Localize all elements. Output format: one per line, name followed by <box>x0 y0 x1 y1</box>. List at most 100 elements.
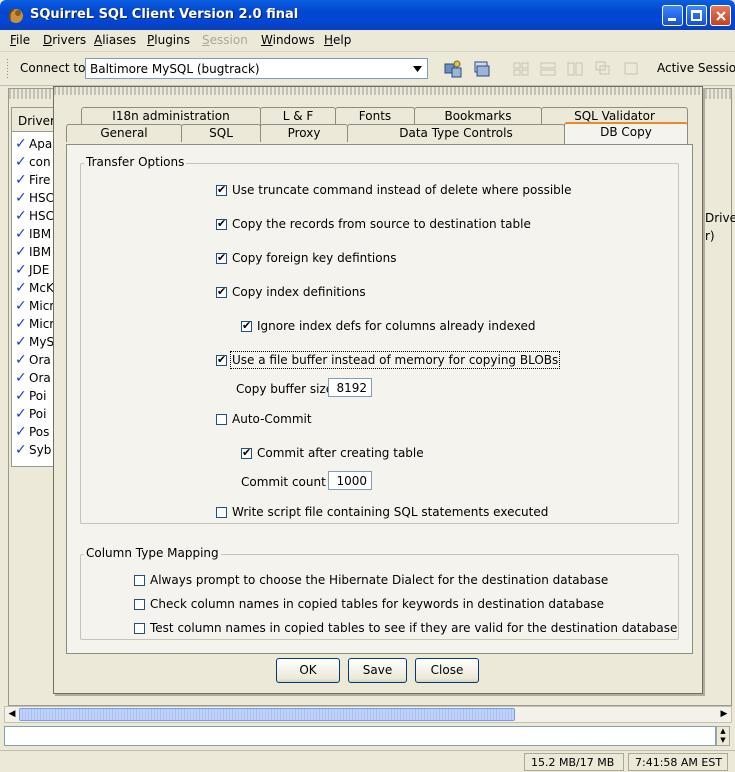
list-item[interactable]: ✓ Ora <box>15 370 51 388</box>
check-icon: ✓ <box>15 424 27 440</box>
scroll-left-icon[interactable]: ◀ <box>6 708 18 721</box>
save-button[interactable]: Save <box>348 658 407 683</box>
background-text: Drive <box>705 211 735 225</box>
list-item[interactable]: ✓ Poi <box>15 388 46 406</box>
spin-down-icon[interactable]: ▼ <box>720 736 725 744</box>
commit-count-field[interactable]: 1000 <box>328 471 372 490</box>
ignore-index-checkbox[interactable]: ✔ <box>241 319 252 332</box>
list-item[interactable]: ✓ Micr <box>15 316 54 334</box>
list-item[interactable]: ✓ HSC <box>15 190 54 208</box>
scroll-right-icon[interactable]: ▶ <box>718 708 730 721</box>
minimize-button[interactable] <box>662 5 683 26</box>
check-icon: ✓ <box>15 190 27 206</box>
list-item[interactable]: ✓ Ora <box>15 352 51 370</box>
check-icon: ✓ <box>15 334 27 350</box>
check-keywords-checkbox[interactable] <box>134 599 145 610</box>
chevron-down-icon[interactable] <box>410 61 425 76</box>
close-button[interactable]: Close <box>415 658 479 683</box>
menu-windows[interactable]: Windows <box>261 33 315 47</box>
test-valid-checkbox[interactable] <box>134 623 145 634</box>
tab-db-copy[interactable]: DB Copy <box>564 122 688 144</box>
list-item[interactable]: ✓ IBM <box>15 244 51 262</box>
check-icon: ✓ <box>15 172 27 188</box>
use-truncate-checkbox[interactable]: ✔ <box>216 183 227 196</box>
prompt-dialect-checkbox[interactable] <box>134 575 145 586</box>
list-item[interactable]: ✓ MyS <box>15 334 54 352</box>
copy-buffer-size-label: Copy buffer size <box>236 382 334 396</box>
scrollbar-thumb[interactable] <box>19 708 515 721</box>
list-item[interactable]: ✓ JDE <box>15 262 49 280</box>
copy-fk-checkbox[interactable]: ✔ <box>216 251 227 264</box>
commit-after-table-checkbox[interactable]: ✔ <box>241 446 252 459</box>
list-item[interactable]: ✓ con <box>15 154 51 172</box>
minimize-icon <box>668 18 676 21</box>
alias-combo[interactable]: Baltimore MySQL (bugtrack) <box>85 58 428 79</box>
message-field[interactable] <box>4 726 716 746</box>
menu-help[interactable]: Help <box>324 33 351 47</box>
copy-buffer-size-field[interactable]: 8192 <box>328 378 372 397</box>
db-copy-panel: Transfer Options ✔ Use truncate command … <box>66 144 693 654</box>
window-title: SQuirreL SQL Client Version 2.0 final <box>30 7 299 22</box>
horizontal-scrollbar[interactable]: ◀ ▶ <box>4 706 732 723</box>
checkmark-icon: ✔ <box>217 217 227 230</box>
copy-index-checkbox[interactable]: ✔ <box>216 285 227 298</box>
copy-records-checkbox[interactable]: ✔ <box>216 217 227 230</box>
list-item[interactable]: ✓ Poi <box>15 406 46 424</box>
close-icon <box>716 11 726 21</box>
list-item[interactable]: ✓ McK <box>15 280 54 298</box>
menu-aliases[interactable]: Aliases <box>94 33 136 47</box>
check-icon: ✓ <box>15 154 27 170</box>
auto-commit-checkbox[interactable] <box>216 414 227 425</box>
list-item[interactable]: ✓ Pos <box>15 424 49 442</box>
tab-data-type-controls[interactable]: Data Type Controls <box>347 124 565 142</box>
check-icon: ✓ <box>15 226 27 242</box>
tab-sql[interactable]: SQL <box>181 124 261 142</box>
list-item[interactable]: ✓ HSC <box>15 208 54 226</box>
background-text: r) <box>705 229 715 243</box>
close-window-button[interactable] <box>710 5 731 26</box>
cascade-windows-icon <box>595 61 610 75</box>
check-icon: ✓ <box>15 406 27 422</box>
list-item[interactable]: ✓ IBM <box>15 226 51 244</box>
spinner[interactable]: ▲ ▼ <box>716 726 730 746</box>
list-item[interactable]: ✓ Micr <box>15 298 54 316</box>
check-icon: ✓ <box>15 316 27 332</box>
tile-vertical-icon <box>567 62 583 76</box>
list-item[interactable]: ✓ Fire <box>15 172 50 190</box>
menu-bar: File Drivers Aliases Plugins Session Win… <box>0 30 735 52</box>
drivers-header: Drivers <box>12 108 56 132</box>
check-icon: ✓ <box>15 244 27 260</box>
check-icon: ✓ <box>15 298 27 314</box>
check-icon: ✓ <box>15 136 27 152</box>
tab-general[interactable]: General <box>66 124 182 142</box>
active-session-label: Active Sessio <box>657 61 735 75</box>
memory-status: 15.2 MB/17 MB <box>524 753 624 771</box>
menu-drivers[interactable]: Drivers <box>43 33 86 47</box>
maximize-icon <box>691 10 702 21</box>
file-buffer-checkbox[interactable]: ✔ <box>216 353 227 366</box>
checkmark-icon: ✔ <box>217 183 227 196</box>
list-item[interactable]: ✓ Apa <box>15 136 52 154</box>
tab-i18n-administration[interactable]: I18n administration <box>81 107 261 125</box>
toolbar-grip[interactable] <box>6 58 10 80</box>
checkmark-icon: ✔ <box>217 251 227 264</box>
tab-bookmarks[interactable]: Bookmarks <box>414 107 542 125</box>
write-script-checkbox[interactable] <box>216 507 227 518</box>
ok-button[interactable]: OK <box>276 658 340 683</box>
tile-windows-icon <box>513 62 529 76</box>
preferences-dialog: I18n administration L & F Fonts Bookmark… <box>53 86 703 694</box>
checkmark-icon: ✔ <box>217 285 227 298</box>
spin-up-icon[interactable]: ▲ <box>720 727 725 735</box>
connect-alias-icon[interactable] <box>444 60 462 78</box>
list-item[interactable]: ✓ Syb <box>15 442 51 460</box>
new-session-icon[interactable] <box>472 60 490 78</box>
tab-proxy[interactable]: Proxy <box>260 124 348 142</box>
menu-plugins[interactable]: Plugins <box>147 33 190 47</box>
checkmark-icon: ✔ <box>242 446 252 459</box>
tab-fonts[interactable]: Fonts <box>335 107 415 125</box>
drivers-list[interactable]: Drivers ✓ Apa ✓ con ✓ Fire ✓ HSC ✓ HSC ✓ IBM ✓… <box>11 107 57 467</box>
title-bar: SQuirreL SQL Client Version 2.0 final <box>0 0 735 30</box>
menu-file[interactable]: File <box>10 33 30 47</box>
maximize-button[interactable] <box>686 5 707 26</box>
tab-look-and-feel[interactable]: L & F <box>260 107 336 125</box>
